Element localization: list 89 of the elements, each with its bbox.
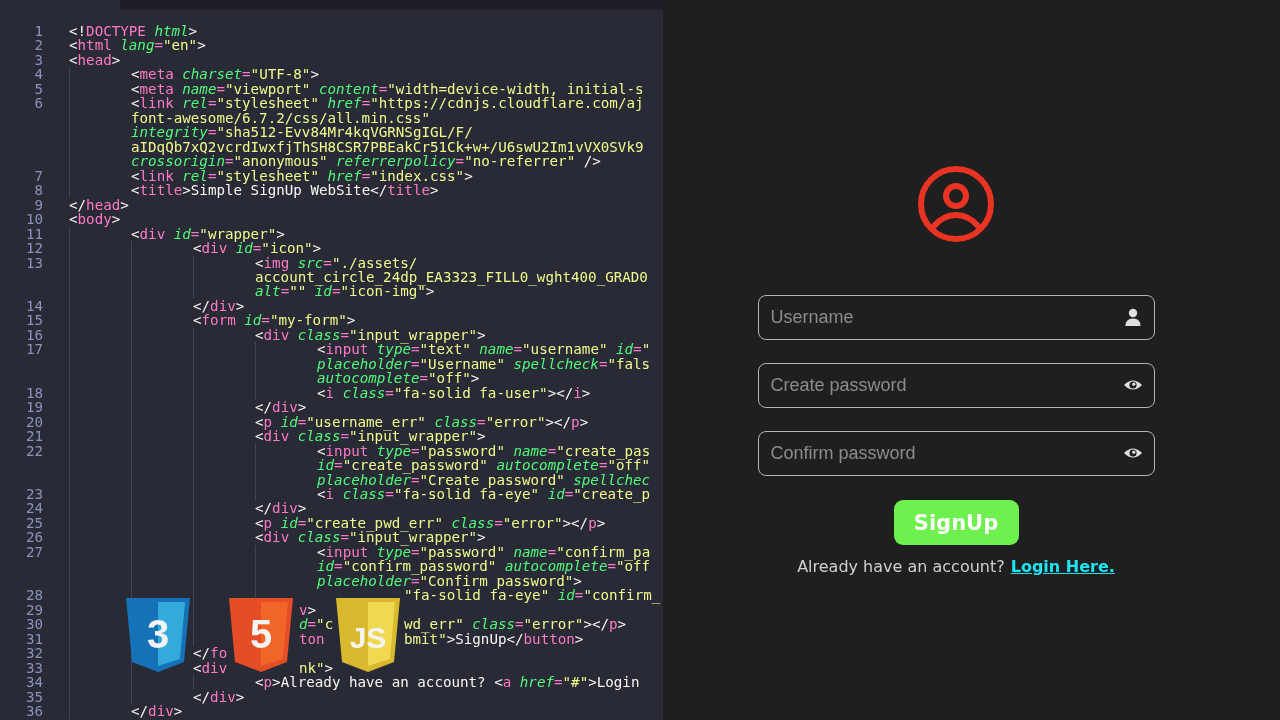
line-number: 13 (24, 255, 43, 270)
code-text: <head> (69, 52, 121, 68)
code-text: <meta charset="UTF-8"> (131, 67, 319, 82)
code-text: <meta name="viewport" content="width=device-width, initial-s (131, 81, 644, 97)
line-number: 10 (24, 212, 43, 227)
line-number: 17 (24, 342, 43, 357)
code-text: "fa-solid fa-eye" id="confirm_ (404, 588, 661, 603)
code-text: bmit">SignUp</button> (403, 631, 584, 647)
line-number: 6 (33, 96, 43, 111)
line-number: 28 (24, 588, 43, 603)
line-number: 24 (24, 501, 43, 516)
line-number: 35 (24, 689, 43, 705)
line-number: 5 (33, 81, 43, 97)
line-number: 19 (24, 400, 43, 415)
code-text: <p>Already have an account? <a href="#">Login (255, 675, 640, 690)
code-text: alt="" id="icon-img"> (255, 284, 435, 299)
code-text: <i class="fa-solid fa-user"></i> (317, 385, 591, 401)
code-text: <div class="input_wrapper"> (255, 530, 486, 545)
line-number: 16 (24, 327, 43, 343)
code-text: <div class="input_wrapper"> (255, 429, 486, 444)
code-text: <body> (69, 212, 121, 227)
line-number: 14 (24, 298, 43, 314)
line-number: 12 (24, 241, 43, 256)
indent-guide (193, 675, 194, 690)
js-logo: JS (336, 598, 400, 672)
line-number: 3 (33, 52, 43, 68)
code-text: placeholder="Username" spellcheck="fals (317, 356, 651, 372)
code-text: <p id="username_err" class="error"></p> (255, 414, 589, 430)
code-text: <p id="create_pwd_err" class="error"></p> (255, 515, 606, 531)
line-number: 4 (33, 67, 43, 82)
code-text: </fo (193, 646, 228, 661)
code-text: <div (193, 660, 228, 676)
code-text: </head> (69, 197, 129, 213)
code-text: wd_err" class="error"></p> (404, 617, 627, 632)
code-text: v> (299, 602, 317, 618)
code-text: integrity="sha512-Evv84Mr4kqVGRNSgIGL/F/ (131, 125, 473, 140)
code-text: <i class="fa-solid fa-eye" id="create_p (317, 487, 651, 502)
line-number: 31 (24, 631, 43, 647)
code-text: </div> (193, 689, 245, 705)
html-logo: 5 (229, 598, 293, 672)
code-text: <title>Simple SignUp WebSite</title> (131, 183, 439, 198)
code-text: d="c (299, 617, 334, 632)
line-number: 20 (24, 414, 43, 430)
code-text: autocomplete="off"> (317, 371, 480, 386)
input-field[interactable]: Confirm password (757, 431, 1155, 476)
line-number: 34 (24, 675, 43, 690)
code-text: aIDqQb7xQ2vcrdIwxfjThSH8CSR7PBEakCr51Ck+w+/U6swU2Im1vVX0SVk9 (131, 139, 644, 155)
input-field[interactable]: Username (757, 295, 1155, 340)
code-text: font-awesome/6.7.2/css/all.min.css" (131, 110, 430, 126)
code-text: crossorigin="anonymous" referrerpolicy="no-referrer" /> (131, 154, 601, 169)
line-number: 7 (33, 168, 43, 184)
code-text: </div> (255, 400, 307, 415)
code-text: <link rel="stylesheet" href="https://cdnjs.cloudflare.com/aj (131, 96, 644, 111)
line-number: 11 (24, 226, 43, 242)
login-link[interactable]: Login Here. (1010, 557, 1115, 576)
line-number: 30 (24, 617, 43, 632)
code-text: <html lang="en"> (69, 38, 206, 53)
code-text: ton (299, 631, 325, 647)
code-text: <form id="my-form"> (193, 313, 356, 328)
line-number: 33 (24, 660, 43, 676)
code-text: <div id="wrapper"> (131, 226, 285, 242)
code-text: </div> (255, 501, 307, 516)
code-text: <!DOCTYPE html> (69, 24, 198, 39)
code-text: <img src="./assets/ (255, 255, 418, 270)
code-text: id="confirm_password" autocomplete="off (317, 559, 651, 574)
line-number: 18 (24, 385, 43, 401)
line-number: 2 (33, 38, 43, 53)
css-logo: 3 (126, 598, 190, 672)
line-number: 29 (24, 602, 43, 618)
line-number: 25 (24, 515, 43, 531)
login-prompt: Already have an account? (797, 557, 1005, 576)
line-number: 32 (24, 646, 43, 661)
line-number: 15 (24, 313, 43, 328)
line-number: 22 (24, 443, 43, 459)
line-number: 23 (24, 487, 43, 502)
code-text: </div> (131, 704, 183, 719)
account-icon (916, 164, 996, 244)
input-field[interactable]: Create password (757, 363, 1155, 408)
line-number: 1 (33, 24, 43, 39)
line-number: 21 (24, 429, 43, 444)
code-text: </div> (193, 298, 245, 314)
code-text: id="create_password" autocomplete="off" (317, 458, 651, 473)
line-number: 9 (33, 197, 43, 213)
line-number: 27 (24, 544, 43, 560)
line-number: 36 (24, 704, 43, 719)
line-number: 8 (33, 183, 43, 198)
line-number: 26 (24, 530, 43, 545)
code-text: nk"> (298, 660, 334, 676)
code-text: <div id="icon"> (193, 241, 322, 256)
